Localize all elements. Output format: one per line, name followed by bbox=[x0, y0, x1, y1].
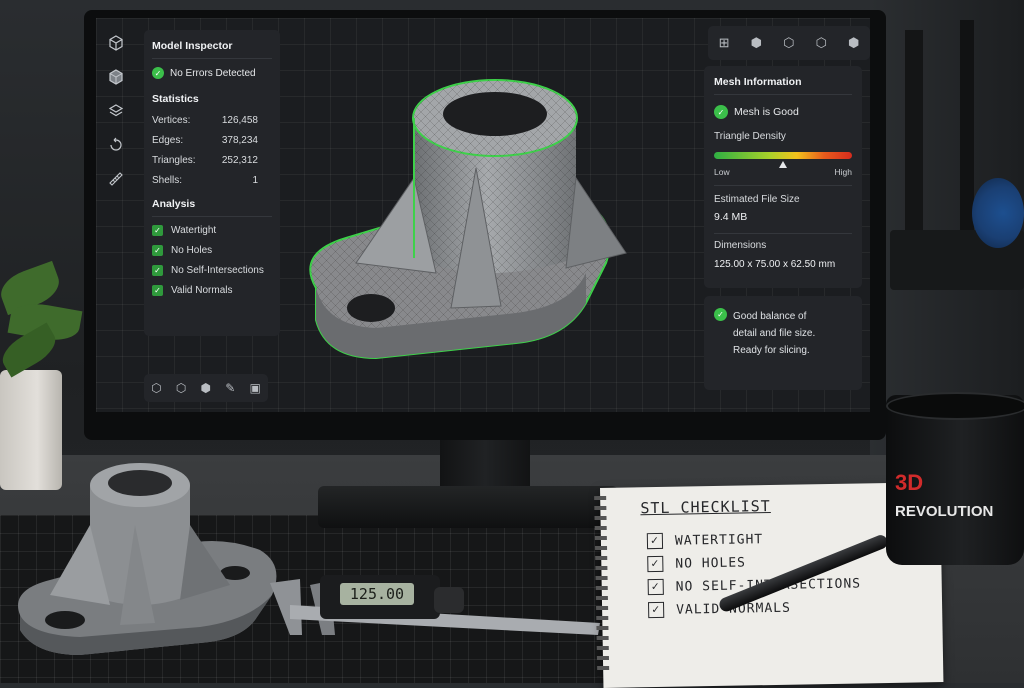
density-high-label: High bbox=[834, 167, 852, 177]
checkbox-icon: ✓ bbox=[152, 225, 163, 236]
analysis-item: ✓ No Holes bbox=[152, 245, 272, 256]
stat-row: Shells: 1 bbox=[152, 175, 272, 186]
digital-caliper: 125.00 bbox=[250, 575, 610, 635]
dimensions-label: Dimensions bbox=[714, 240, 767, 251]
caliper-display: 125.00 bbox=[340, 583, 414, 605]
stat-value: 126,458 bbox=[221, 115, 258, 126]
statistics-list: Vertices: 126,458 Edges: 378,234 Triangles: 2… bbox=[152, 115, 272, 186]
panel-title: Model Inspector bbox=[152, 40, 233, 52]
stat-row: Edges: 378,234 bbox=[152, 135, 272, 146]
checkbox-icon: ✓ bbox=[646, 532, 664, 550]
rotate-icon[interactable] bbox=[96, 128, 136, 162]
mug-logo-top: 3D bbox=[895, 470, 924, 495]
density-marker bbox=[779, 161, 787, 168]
stat-value: 1 bbox=[252, 175, 258, 186]
mug-rim bbox=[886, 392, 1024, 420]
notebook-title: STL CHECKLIST bbox=[640, 497, 771, 518]
density-bar bbox=[714, 152, 852, 159]
dimensions-value: 125.00 x 75.00 x 62.50 mm bbox=[714, 259, 836, 270]
summary-line: Ready for slicing. bbox=[733, 345, 810, 356]
checkbox-icon: ✓ bbox=[647, 555, 664, 573]
status-row: ✓ Mesh is Good bbox=[714, 105, 852, 119]
checklist-item: ✓ NO HOLES bbox=[647, 554, 747, 573]
check-circle-icon: ✓ bbox=[714, 105, 728, 119]
check-circle-icon: ✓ bbox=[152, 67, 164, 79]
render-cube-icon[interactable]: ⬢ bbox=[848, 35, 859, 51]
analysis-list: ✓ Watertight ✓ No Holes ✓ No Self-Intersectio… bbox=[152, 225, 272, 296]
left-toolbar bbox=[96, 18, 136, 218]
file-size-value: 9.4 MB bbox=[714, 211, 748, 223]
model-inspector-panel: Model Inspector ✓ No Errors Detected Sta… bbox=[144, 30, 280, 336]
printed-part bbox=[10, 455, 280, 665]
section-heading: Analysis bbox=[152, 198, 196, 210]
analysis-label: No Self-Intersections bbox=[171, 265, 264, 276]
status-text: No Errors Detected bbox=[170, 67, 256, 79]
divider bbox=[714, 94, 852, 95]
cube-outline-icon[interactable]: ⬡ bbox=[176, 381, 186, 395]
right-toolbar: ⊞ ⬢ ⬡ ⬡ ⬢ bbox=[708, 26, 870, 60]
mug-logo-bottom: REVOLUTION bbox=[895, 503, 994, 520]
stat-row: Vertices: 126,458 bbox=[152, 115, 272, 126]
analysis-item: ✓ No Self-Intersections bbox=[152, 265, 272, 276]
divider bbox=[714, 185, 852, 186]
bottom-toolbar: ⬡ ⬡ ⬢ ✎ ▣ bbox=[144, 374, 268, 402]
cube-icon[interactable] bbox=[96, 26, 136, 60]
stat-label: Shells: bbox=[152, 175, 183, 186]
wand-icon[interactable]: ✎ bbox=[225, 381, 235, 395]
layers-icon[interactable] bbox=[96, 94, 136, 128]
analysis-label: No Holes bbox=[171, 245, 213, 256]
analysis-label: Watertight bbox=[171, 225, 217, 236]
monitor-stand bbox=[440, 440, 530, 492]
divider bbox=[152, 216, 272, 217]
cube-shaded-icon[interactable]: ⬢ bbox=[201, 381, 211, 395]
filament-spool bbox=[972, 178, 1024, 248]
settings-cube-icon[interactable]: ⬡ bbox=[816, 35, 827, 51]
stat-label: Vertices: bbox=[152, 115, 191, 126]
density-scale: Low High bbox=[714, 167, 852, 177]
status-row: ✓ No Errors Detected bbox=[152, 67, 272, 79]
monitor-stand-base bbox=[318, 486, 618, 528]
cube-outline-icon[interactable]: ⬡ bbox=[783, 35, 794, 51]
file-size-label: Estimated File Size bbox=[714, 194, 800, 205]
3d-model-viewport[interactable] bbox=[286, 58, 636, 368]
summary-panel: ✓ Good balance of detail and file size. … bbox=[704, 296, 862, 390]
stat-row: Triangles: 252,312 bbox=[152, 155, 272, 166]
status-text: Mesh is Good bbox=[734, 106, 799, 118]
grid-select-icon[interactable]: ⊞ bbox=[719, 35, 730, 51]
mesh-information-panel: Mesh Information ✓ Mesh is Good Triangle… bbox=[704, 66, 862, 288]
solid-cube-icon[interactable] bbox=[96, 60, 136, 94]
analysis-item: ✓ Watertight bbox=[152, 225, 272, 236]
stat-value: 252,312 bbox=[221, 155, 258, 166]
solid-cube-icon[interactable]: ⬢ bbox=[751, 35, 762, 51]
section-heading: Statistics bbox=[152, 93, 199, 105]
analysis-item: ✓ Valid Normals bbox=[152, 285, 272, 296]
checkbox-icon: ✓ bbox=[647, 578, 664, 596]
divider bbox=[714, 233, 852, 234]
analysis-label: Valid Normals bbox=[171, 285, 233, 296]
checklist-item: ✓ WATERTIGHT bbox=[646, 531, 764, 550]
cube-icon[interactable]: ⬡ bbox=[151, 381, 161, 395]
summary-line: detail and file size. bbox=[733, 328, 816, 339]
checklist-label: WATERTIGHT bbox=[674, 531, 764, 549]
checkbox-icon: ✓ bbox=[152, 285, 163, 296]
checkbox-icon: ✓ bbox=[152, 245, 163, 256]
notebook-spiral bbox=[594, 495, 610, 677]
check-circle-icon: ✓ bbox=[714, 308, 727, 321]
stat-label: Triangles: bbox=[152, 155, 196, 166]
checklist-label: NO HOLES bbox=[675, 554, 747, 572]
density-gauge bbox=[714, 152, 852, 168]
stat-value: 378,234 bbox=[221, 135, 258, 146]
ruler-icon[interactable] bbox=[96, 162, 136, 196]
stat-label: Edges: bbox=[152, 135, 184, 146]
checkbox-icon: ✓ bbox=[152, 265, 163, 276]
app-window: Model Inspector ✓ No Errors Detected Sta… bbox=[96, 18, 870, 412]
summary-line: Good balance of bbox=[733, 311, 807, 322]
divider bbox=[152, 58, 272, 59]
panel-title: Mesh Information bbox=[714, 76, 802, 88]
density-low-label: Low bbox=[714, 167, 730, 177]
frame-icon[interactable]: ▣ bbox=[250, 381, 261, 395]
density-label: Triangle Density bbox=[714, 131, 786, 142]
checkbox-icon: ✓ bbox=[648, 601, 665, 619]
